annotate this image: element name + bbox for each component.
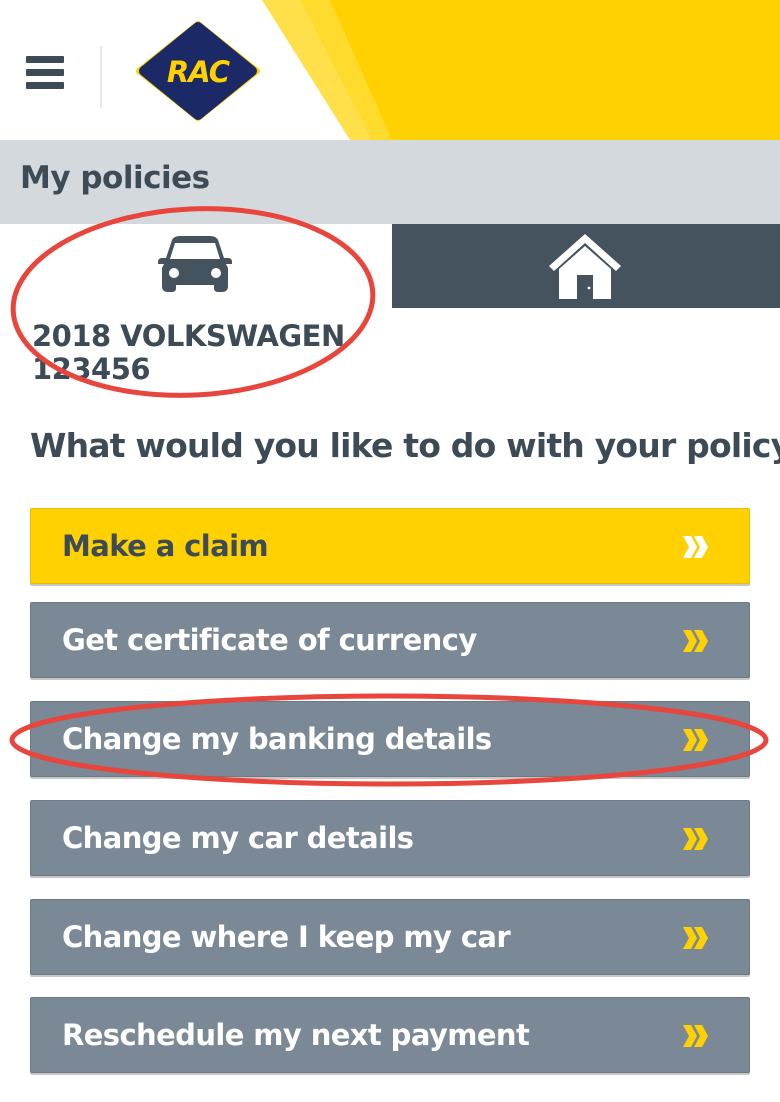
double-chevron-right-icon <box>683 927 708 949</box>
button-label: Change my banking details <box>62 722 492 756</box>
house-icon <box>549 234 621 299</box>
double-chevron-right-icon <box>683 630 708 652</box>
button-label: Change my car details <box>62 821 414 855</box>
change-banking-details-button[interactable]: Change my banking details <box>30 701 750 777</box>
header-decoration <box>262 0 780 140</box>
page-title: My policies <box>20 160 210 196</box>
change-car-details-button[interactable]: Change my car details <box>30 800 750 876</box>
tab-car-policy[interactable] <box>0 224 392 308</box>
make-a-claim-button[interactable]: Make a claim <box>30 508 750 584</box>
logo-text: RAC <box>166 55 230 89</box>
double-chevron-right-icon <box>683 1025 708 1047</box>
header-divider <box>100 46 102 108</box>
button-label: Reschedule my next payment <box>62 1018 530 1052</box>
double-chevron-right-icon <box>683 828 708 850</box>
policy-number: 123456 <box>32 352 151 386</box>
change-where-keep-car-button[interactable]: Change where I keep my car <box>30 899 750 975</box>
app-header: RAC <box>0 0 780 140</box>
page-title-bar: My policies <box>0 140 780 224</box>
button-label: Change where I keep my car <box>62 920 511 954</box>
button-label: Get certificate of currency <box>62 623 477 657</box>
hamburger-menu-icon[interactable] <box>26 56 70 96</box>
reschedule-payment-button[interactable]: Reschedule my next payment <box>30 997 750 1073</box>
button-label: Make a claim <box>62 529 269 563</box>
get-certificate-button[interactable]: Get certificate of currency <box>30 602 750 678</box>
double-chevron-right-icon <box>683 536 708 558</box>
policy-name: 2018 VOLKSWAGEN 123456 <box>32 320 392 386</box>
policy-vehicle: 2018 VOLKSWAGEN <box>32 319 345 353</box>
car-icon <box>158 236 232 292</box>
rac-logo[interactable]: RAC <box>136 20 260 122</box>
policy-question: What would you like to do with your poli… <box>30 426 780 465</box>
double-chevron-right-icon <box>683 729 708 751</box>
